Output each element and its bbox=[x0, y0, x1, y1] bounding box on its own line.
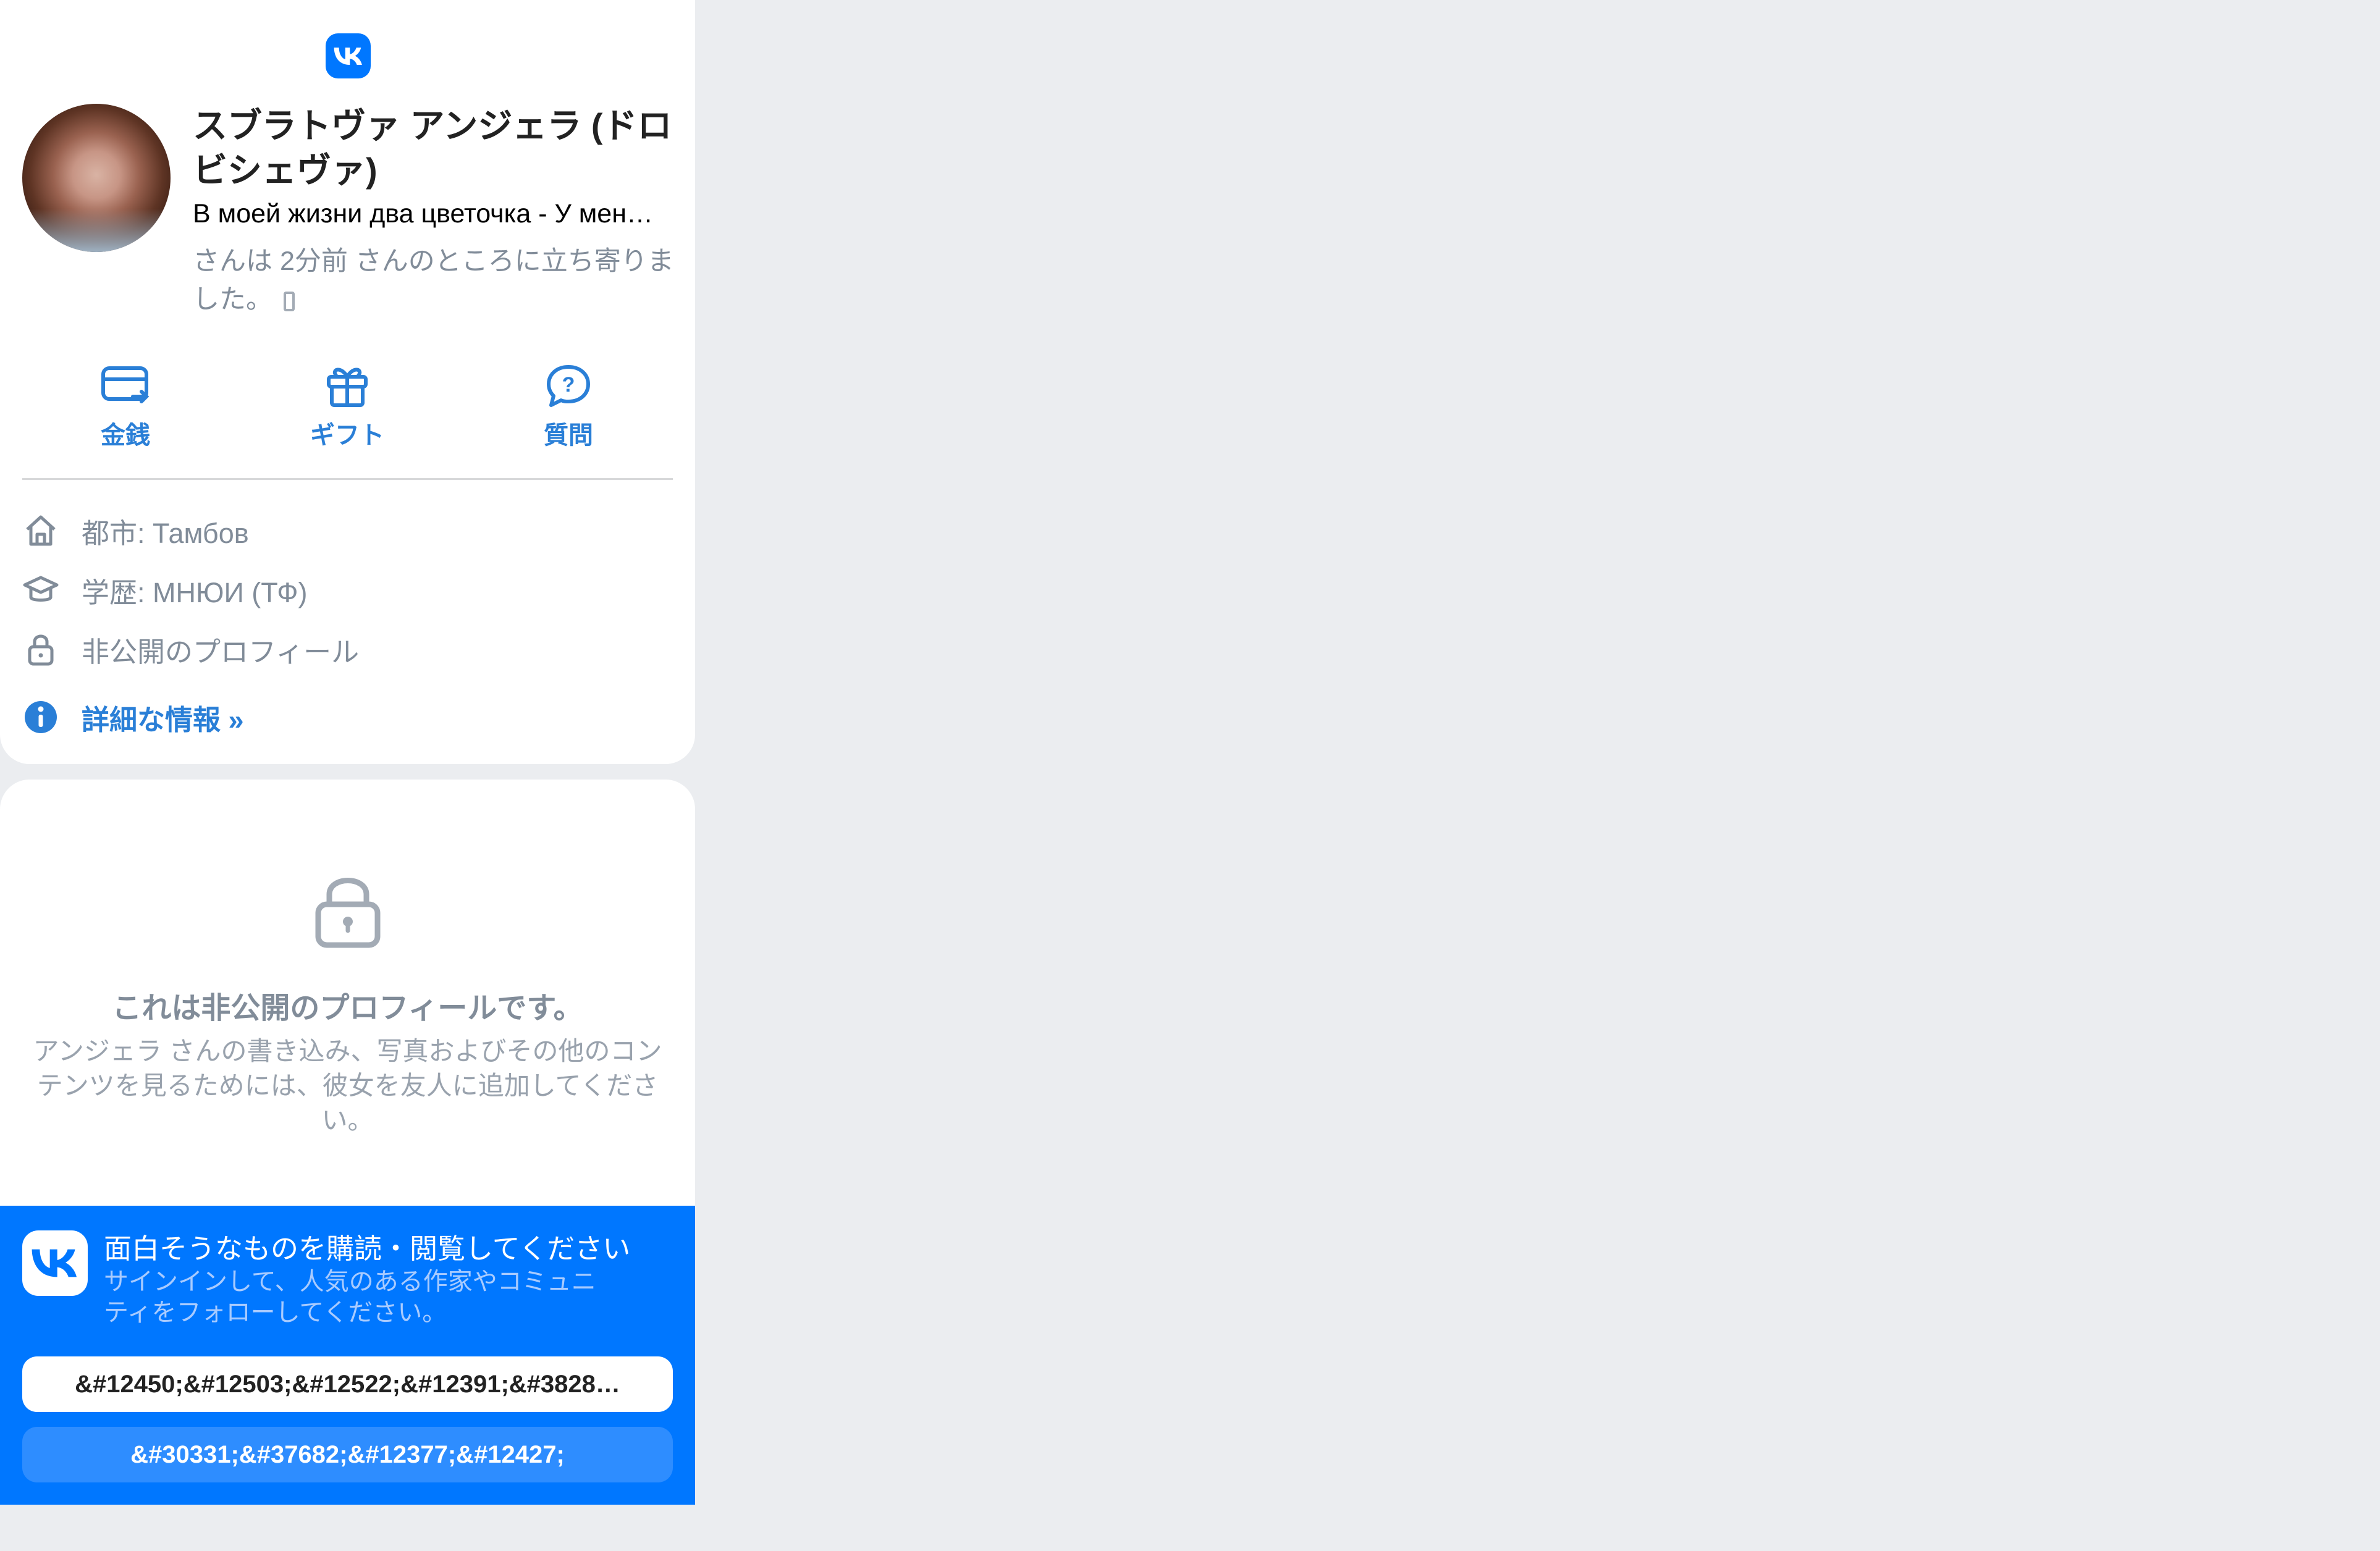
private-description: アンジェラ さんの書き込み、写真およびその他のコンテンツを見るためには、彼女を友… bbox=[33, 1036, 662, 1135]
login-button-label: &#30331;&#37682;&#12377;&#12427; bbox=[130, 1440, 565, 1468]
question-icon: ? bbox=[547, 365, 590, 407]
info-privacy: 非公開のプロフィール bbox=[22, 628, 671, 671]
signup-button-label: &#12450;&#12503;&#12522;&#12391;&#3828… bbox=[75, 1370, 620, 1398]
last-seen-text: さんは 2分前 さんのところに立ち寄りました。 bbox=[193, 246, 674, 314]
signup-button[interactable]: &#12450;&#12503;&#12522;&#12391;&#3828… bbox=[22, 1356, 673, 1412]
home-icon bbox=[22, 512, 59, 549]
action-bar: 金銭 ギフト ? 質問 bbox=[0, 364, 695, 457]
education-text: 学歴: МНЮИ (ТФ) bbox=[82, 576, 308, 608]
private-profile-card: これは非公開のプロフィールです。 アンジェラ さんの書き込み、写真およびその他の… bbox=[0, 780, 695, 1212]
banner-subtitle: サインインして、人気のある作家やコミュニティをフォローしてください。 bbox=[104, 1268, 596, 1326]
info-education: 学歴: МНЮИ (ТФ) bbox=[22, 568, 671, 612]
gift-icon bbox=[327, 368, 368, 407]
svg-text:?: ? bbox=[562, 373, 575, 397]
card-icon bbox=[101, 366, 150, 403]
vk-logo-icon[interactable] bbox=[326, 33, 371, 78]
profile-card: スブラトヴァ アンジェラ (ドロビシェヴァ) В моей жизни два … bbox=[0, 0, 695, 764]
graduation-cap-icon bbox=[22, 571, 59, 608]
profile-name: スブラトヴァ アンジェラ (ドロビシェヴァ) bbox=[193, 106, 672, 190]
page-column: スブラトヴァ アンジェラ (ドロビシェヴァ) В моей жизни два … bbox=[0, 0, 695, 1505]
lock-icon bbox=[22, 631, 59, 668]
more-info-link[interactable]: 詳細な情報 » bbox=[22, 696, 671, 739]
privacy-text: 非公開のプロフィール bbox=[82, 636, 360, 668]
avatar[interactable] bbox=[22, 104, 171, 252]
divider bbox=[22, 478, 673, 480]
mobile-phone-icon bbox=[284, 291, 295, 311]
large-lock-icon bbox=[314, 872, 381, 952]
city-text: 都市: Тамбов bbox=[82, 517, 249, 549]
info-city: 都市: Тамбов bbox=[22, 509, 671, 552]
gift-label: ギフト bbox=[310, 422, 384, 449]
more-info-text[interactable]: 詳細な情報 » bbox=[82, 697, 244, 738]
profile-status[interactable]: В моей жизни два цветочка - У мен… bbox=[193, 196, 672, 231]
question-button[interactable]: ? 質問 bbox=[507, 364, 630, 451]
gift-button[interactable]: ギフト bbox=[285, 364, 409, 451]
last-seen: さんは 2分前 さんのところに立ち寄りました。 bbox=[193, 242, 675, 319]
question-label: 質問 bbox=[544, 422, 593, 449]
info-icon bbox=[22, 699, 59, 736]
banner-title: 面白そうなものを購読・閲覧してください bbox=[104, 1233, 631, 1264]
money-label: 金銭 bbox=[101, 422, 150, 449]
login-button[interactable]: &#30331;&#37682;&#12377;&#12427; bbox=[22, 1427, 673, 1482]
signup-banner: 面白そうなものを購読・閲覧してください サインインして、人気のある作家やコミュニ… bbox=[0, 1206, 695, 1505]
private-title: これは非公開のプロフィールです。 bbox=[112, 992, 583, 1025]
vk-logo-icon bbox=[22, 1230, 88, 1296]
money-button[interactable]: 金銭 bbox=[64, 364, 187, 451]
